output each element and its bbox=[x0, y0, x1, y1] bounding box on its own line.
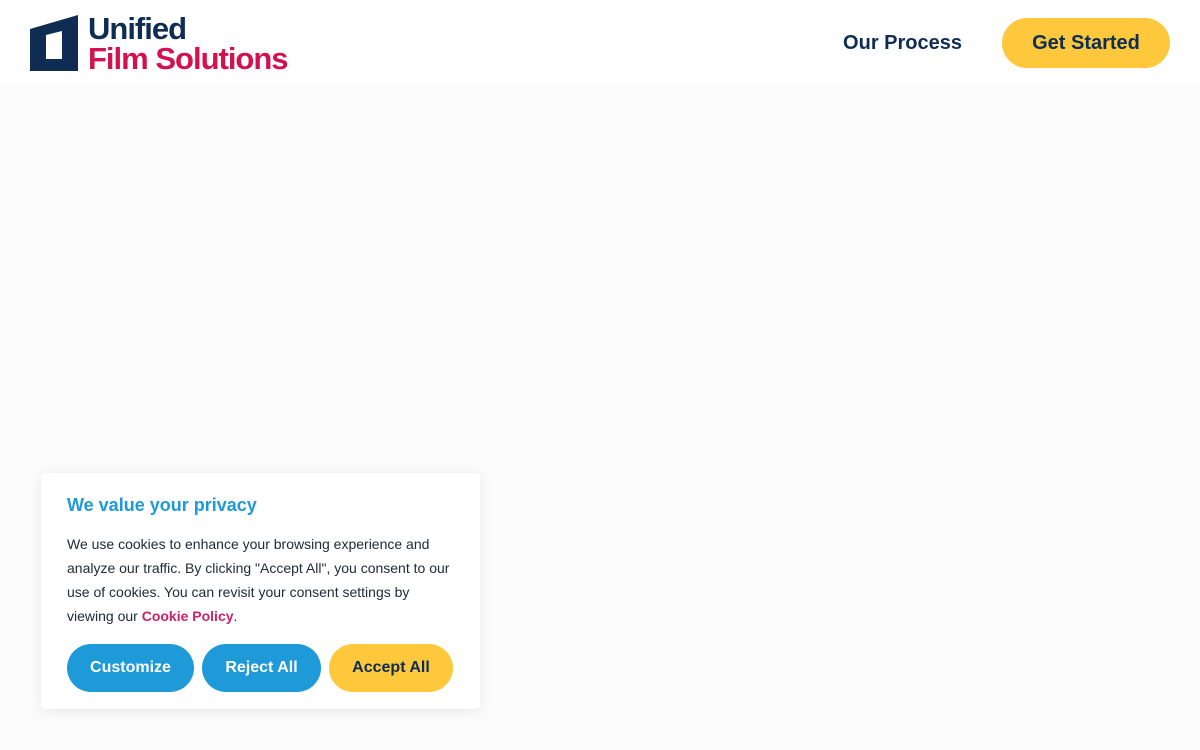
logo-line-film-solutions: Film Solutions bbox=[88, 40, 289, 76]
site-header: Unified Film Solutions Our Process Get S… bbox=[0, 0, 1200, 86]
page: Unified Film Solutions Our Process Get S… bbox=[0, 0, 1200, 750]
cookie-banner-title: We value your privacy bbox=[67, 495, 257, 515]
film-frame-logo-icon bbox=[30, 15, 78, 71]
logo-wordmark: Unified Film Solutions bbox=[88, 10, 289, 76]
cookie-consent-banner: We value your privacy We use cookies to … bbox=[41, 473, 480, 709]
site-logo[interactable]: Unified Film Solutions bbox=[30, 10, 289, 76]
cookie-text-end: . bbox=[233, 608, 238, 624]
cookie-banner-actions: Customize Reject All Accept All bbox=[67, 644, 454, 692]
main-nav: Our Process Get Started bbox=[843, 18, 1170, 68]
get-started-button[interactable]: Get Started bbox=[1002, 18, 1170, 68]
logo-line-unified: Unified bbox=[88, 10, 187, 46]
cookie-policy-link[interactable]: Cookie Policy bbox=[142, 608, 234, 624]
nav-our-process[interactable]: Our Process bbox=[843, 32, 962, 55]
reject-all-button[interactable]: Reject All bbox=[202, 644, 321, 692]
cookie-banner-text: We use cookies to enhance your browsing … bbox=[67, 532, 454, 628]
cookie-text-body: We use cookies to enhance your browsing … bbox=[67, 536, 450, 624]
accept-all-button[interactable]: Accept All bbox=[329, 644, 453, 692]
customize-button[interactable]: Customize bbox=[67, 644, 194, 692]
